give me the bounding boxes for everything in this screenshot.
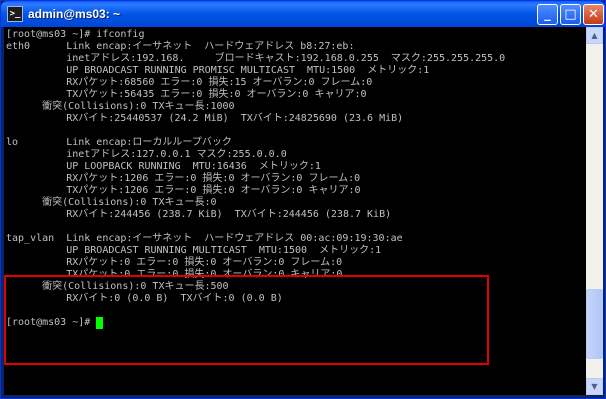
minimize-button[interactable]: _: [537, 4, 558, 25]
terminal-line: RXパケット:1206 エラー:0 損失:0 オーバラン:0 フレーム:0: [6, 173, 361, 184]
terminal-line: inetアドレス:127.0.0.1 マスク:255.0.0.0: [6, 149, 287, 160]
terminal-line: inetアドレス:192.168. ブロードキャスト:192.168.0.255…: [6, 53, 506, 64]
window-title: admin@ms03: ~: [28, 7, 121, 21]
tap-vlan-highlight-box: [4, 275, 489, 365]
terminal-window: >_ admin@ms03: ~ _ □ ✕ [root@ms03 ~]# if…: [0, 0, 606, 399]
terminal-screen[interactable]: [root@ms03 ~]# ifconfig eth0 Link encap:イ…: [4, 27, 586, 395]
terminal-line: RXバイト:25440537 (24.2 MiB) TXバイト:24825690…: [6, 113, 404, 124]
terminal-line: TXパケット:56435 エラー:0 損失:0 オーバラン:0 キャリア:0: [6, 89, 367, 100]
terminal-line: eth0 Link encap:イーサネット ハードウェアドレス b8:27:e…: [6, 41, 355, 52]
terminal-line: RXパケット:0 エラー:0 損失:0 オーバラン:0 フレーム:0: [6, 257, 343, 268]
terminal-line: 衝突(Collisions):0 TXキュー長:0: [6, 197, 217, 208]
terminal-line: UP LOOPBACK RUNNING MTU:16436 メトリック:1: [6, 161, 321, 172]
terminal-line: tap_vlan Link encap:イーサネット ハードウェアドレス 00:…: [6, 233, 403, 244]
terminal-line: 衝突(Collisions):0 TXキュー長:1000: [6, 101, 235, 112]
scroll-down-arrow-icon[interactable]: ▼: [586, 378, 603, 395]
vertical-scrollbar[interactable]: ▲ ▼: [586, 27, 603, 395]
scroll-up-arrow-icon[interactable]: ▲: [586, 27, 603, 44]
terminal-line: lo Link encap:ローカルループバック: [6, 137, 232, 148]
terminal-line: RXパケット:68560 エラー:0 損失:15 オーバラン:0 フレーム:0: [6, 77, 373, 88]
terminal-line: [root@ms03 ~]# ifconfig: [6, 29, 145, 40]
scrollbar-thumb[interactable]: [586, 289, 603, 359]
title-bar[interactable]: >_ admin@ms03: ~ _ □ ✕: [1, 1, 605, 27]
terminal-line: RXバイト:244456 (238.7 KiB) TXバイト:244456 (2…: [6, 209, 392, 220]
close-button[interactable]: ✕: [583, 4, 604, 25]
terminal-line: UP BROADCAST RUNNING PROMISC MULTICAST M…: [6, 65, 430, 76]
terminal-icon[interactable]: >_: [7, 6, 23, 22]
maximize-button[interactable]: □: [560, 4, 581, 25]
terminal-line: TXパケット:1206 エラー:0 損失:0 オーバラン:0 キャリア:0: [6, 185, 361, 196]
terminal-line: UP BROADCAST RUNNING MULTICAST MTU:1500 …: [6, 245, 382, 256]
